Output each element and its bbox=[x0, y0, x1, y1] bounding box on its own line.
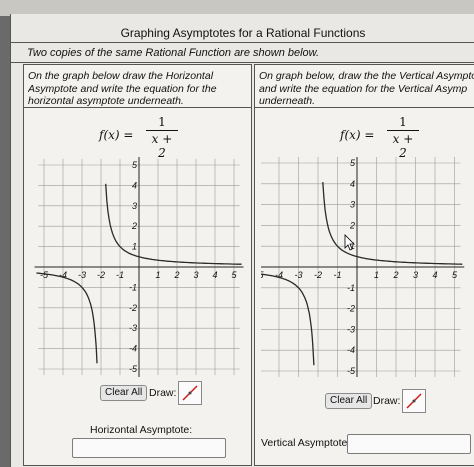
question-sheet: Graphing Asymptotes for a Rational Funct… bbox=[10, 14, 474, 467]
y-tick-label-left: 1 bbox=[132, 242, 137, 252]
y-tick-label-right: -2 bbox=[347, 304, 355, 314]
x-tick-label-right: -2 bbox=[314, 270, 322, 280]
curve-right-branch bbox=[105, 183, 242, 265]
y-tick-label-right: -4 bbox=[347, 345, 355, 355]
right-function-lhs: f(x) = bbox=[340, 128, 375, 142]
y-tick-label-left: 4 bbox=[132, 180, 137, 190]
x-tick-label-right: -3 bbox=[294, 270, 302, 280]
y-tick-label-left: 2 bbox=[131, 221, 137, 231]
x-tick-label-left: 1 bbox=[155, 270, 160, 280]
left-instruction-line: On the graph below draw the Horizontal bbox=[28, 70, 214, 82]
page-title: Graphing Asymptotes for a Rational Funct… bbox=[120, 26, 366, 40]
x-tick-label-right: 4 bbox=[432, 270, 437, 280]
x-tick-label-left: -5 bbox=[40, 270, 49, 280]
intro-text: Two copies of the same Rational Function… bbox=[27, 47, 320, 59]
right-instruction-line: and write the equation for the Vertical … bbox=[259, 82, 468, 95]
y-tick-label-right: 2 bbox=[349, 220, 355, 230]
y-tick-label-right: -1 bbox=[347, 283, 355, 293]
y-tick-label-right: -3 bbox=[347, 324, 355, 334]
right-instructions: On graph below, draw the the Vertical As… bbox=[259, 70, 474, 108]
y-tick-label-left: 3 bbox=[132, 201, 137, 211]
x-tick-label-right: 5 bbox=[452, 270, 458, 280]
left-function-lhs: f(x) = bbox=[99, 128, 134, 142]
x-tick-label-right: 3 bbox=[413, 270, 418, 280]
right-instruction-line: underneath. bbox=[259, 95, 316, 107]
right-instruction-line: On graph below, draw the the Vertical As… bbox=[259, 70, 474, 82]
right-function-fraction: 1 x + 2 bbox=[387, 115, 419, 160]
left-numerator: 1 bbox=[158, 115, 166, 129]
left-panel: On the graph below draw the Horizontal A… bbox=[23, 64, 252, 466]
right-line-tool-button[interactable] bbox=[402, 389, 426, 413]
left-draw-label: Draw: bbox=[149, 387, 177, 399]
curve-left-branch bbox=[261, 273, 315, 366]
y-tick-label-left: -3 bbox=[129, 323, 137, 333]
left-instructions: On the graph below draw the Horizontal A… bbox=[28, 70, 248, 108]
x-tick-label-right: 1 bbox=[374, 270, 379, 280]
left-instruction-line: horizontal asymptote underneath. bbox=[28, 95, 184, 107]
right-numerator: 1 bbox=[399, 115, 407, 129]
right-clear-all-button[interactable]: Clear All bbox=[325, 393, 373, 409]
left-graph[interactable]: -5 -4 -3 -2 -1 1 2 3 4 554321-1-2-3-4-5 bbox=[34, 157, 244, 377]
x-tick-label-right: -1 bbox=[333, 270, 341, 280]
left-instr-divider bbox=[24, 107, 251, 108]
x-tick-label-right: 2 bbox=[392, 270, 398, 280]
left-instruction-line: Asymptote and write the equation for the bbox=[28, 82, 217, 95]
left-function-fraction: 1 x + 2 bbox=[146, 115, 178, 160]
y-tick-label-left: -5 bbox=[129, 364, 138, 374]
left-clear-all-button[interactable]: Clear All bbox=[100, 385, 148, 401]
y-tick-label-left: -2 bbox=[129, 303, 137, 313]
y-tick-label-left: -1 bbox=[129, 282, 137, 292]
right-graph[interactable]: -5-4-3-2-11234554321-1-2-3-4-5 bbox=[261, 157, 473, 377]
x-tick-label-left: 5 bbox=[231, 270, 237, 280]
y-tick-label-right: -5 bbox=[347, 366, 356, 376]
y-tick-label-left: -4 bbox=[129, 344, 137, 354]
fraction-bar bbox=[146, 130, 178, 131]
curve-right-branch bbox=[322, 182, 463, 265]
x-tick-label-left: -2 bbox=[97, 270, 105, 280]
curve-left-branch bbox=[36, 272, 98, 364]
left-denominator: x + 2 bbox=[151, 132, 173, 160]
title-divider bbox=[11, 42, 474, 43]
right-panel: On graph below, draw the the Vertical As… bbox=[254, 64, 474, 466]
vertical-asymptote-input[interactable] bbox=[347, 434, 471, 454]
right-instr-divider bbox=[255, 107, 474, 108]
horizontal-asymptote-input[interactable] bbox=[72, 438, 226, 458]
x-tick-label-left: -1 bbox=[116, 270, 124, 280]
line-tool-icon bbox=[182, 385, 198, 401]
vertical-asymptote-label: Vertical Asymptote: bbox=[261, 437, 351, 449]
y-tick-label-right: 3 bbox=[350, 200, 355, 210]
x-tick-label-left: 4 bbox=[212, 270, 217, 280]
fraction-bar bbox=[387, 130, 419, 131]
x-tick-label-left: -3 bbox=[78, 270, 86, 280]
x-tick-label-left: 3 bbox=[193, 270, 198, 280]
right-denominator: x + 2 bbox=[392, 132, 414, 160]
right-draw-label: Draw: bbox=[373, 395, 401, 407]
line-tool-icon bbox=[406, 393, 422, 409]
horizontal-asymptote-label: Horizontal Asymptote: bbox=[90, 424, 193, 436]
y-tick-label-right: 4 bbox=[350, 179, 355, 189]
x-tick-label-left: 2 bbox=[173, 270, 179, 280]
left-line-tool-button[interactable] bbox=[178, 381, 202, 405]
intro-divider bbox=[11, 62, 474, 63]
